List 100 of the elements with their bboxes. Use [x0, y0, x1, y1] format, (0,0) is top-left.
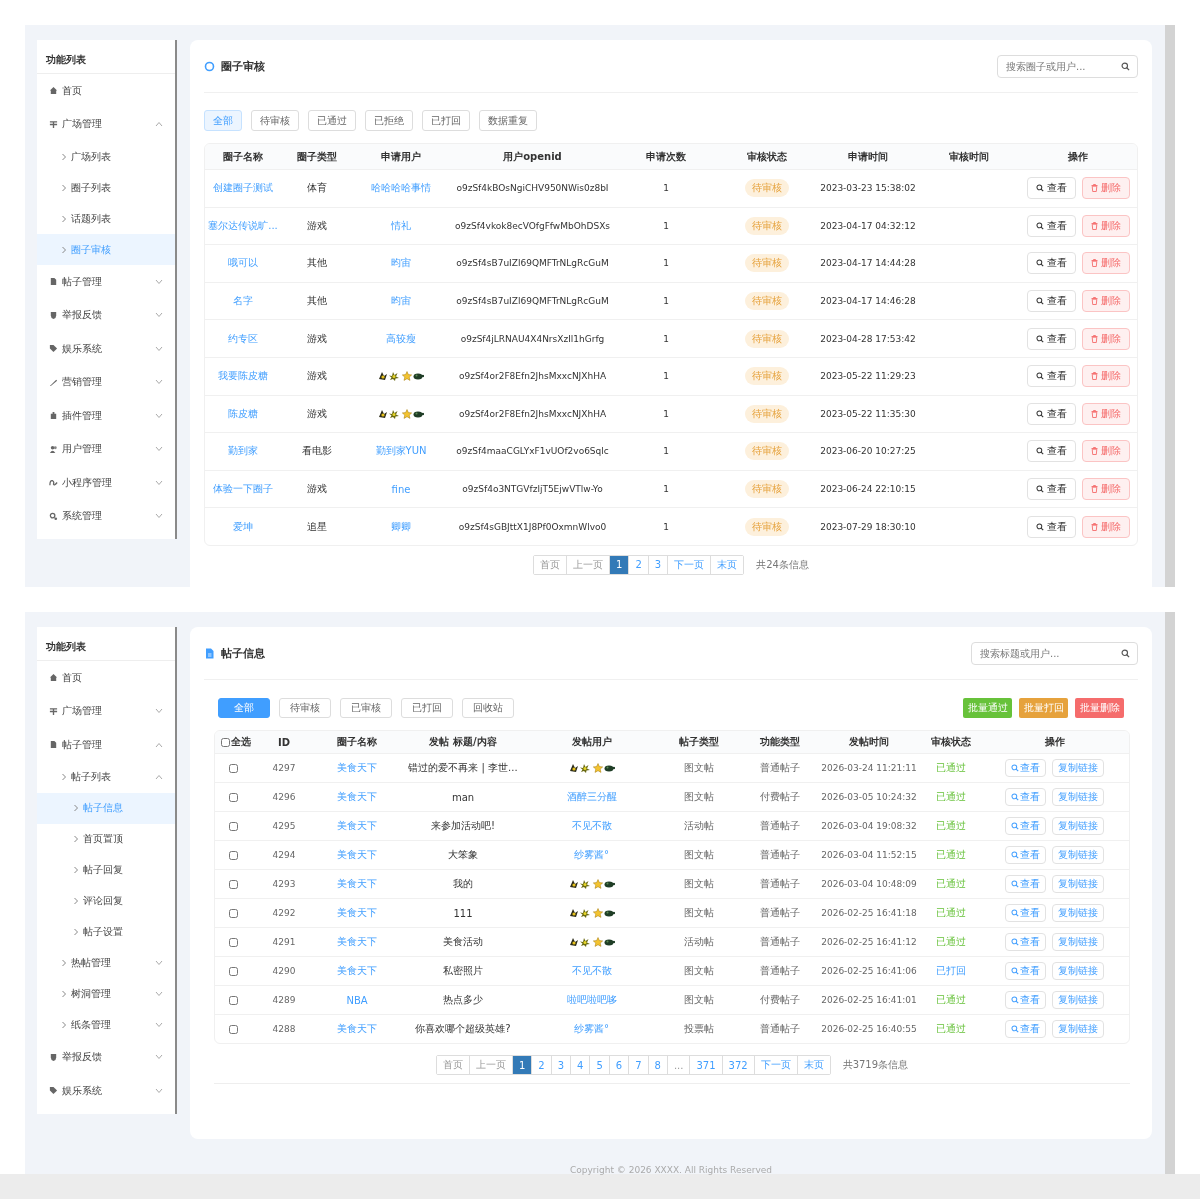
filter-tab[interactable]: 待审核	[279, 698, 331, 718]
batch-button[interactable]: 批量删除	[1075, 698, 1124, 718]
copy-link-button[interactable]: 复制链接	[1052, 875, 1104, 893]
filter-tab[interactable]: 全部	[218, 698, 270, 718]
user-link[interactable]: 情礼	[353, 218, 449, 233]
delete-button[interactable]: 删除	[1081, 440, 1130, 463]
filter-tab[interactable]: 已通过	[308, 110, 356, 131]
sidebar-item[interactable]: 圈子列表	[37, 172, 175, 203]
filter-tab[interactable]: 回收站	[462, 698, 514, 718]
view-button[interactable]: 查看	[1005, 759, 1046, 777]
delete-button[interactable]: 删除	[1081, 290, 1130, 313]
view-button[interactable]: 查看	[1005, 962, 1046, 980]
view-button[interactable]: 查看	[1026, 365, 1076, 388]
circle-link[interactable]: 体验一下圈子	[205, 482, 281, 497]
copy-link-button[interactable]: 复制链接	[1052, 991, 1104, 1009]
view-button[interactable]: 查看	[1026, 327, 1076, 350]
sidebar-item[interactable]: 评论回复	[37, 885, 175, 917]
delete-button[interactable]: 删除	[1081, 478, 1130, 501]
scrollbar[interactable]	[1165, 25, 1175, 587]
batch-button[interactable]: 批量打回	[1019, 698, 1068, 718]
row-checkbox[interactable]	[228, 879, 238, 889]
user-link[interactable]: 高较瘦	[353, 331, 449, 346]
view-button[interactable]: 查看	[1005, 846, 1046, 864]
copy-link-button[interactable]: 复制链接	[1052, 846, 1104, 864]
sidebar-item[interactable]: 举报反馈	[37, 298, 175, 332]
view-button[interactable]: 查看	[1005, 933, 1046, 951]
view-button[interactable]: 查看	[1026, 214, 1076, 237]
user-link[interactable]: 不见不散	[529, 819, 654, 833]
view-button[interactable]: 查看	[1005, 875, 1046, 893]
sidebar-item[interactable]: 帖子列表	[37, 761, 175, 793]
sidebar-item[interactable]: 圈子审核	[37, 234, 175, 265]
view-button[interactable]: 查看	[1026, 440, 1076, 463]
sidebar-item[interactable]: 帖子回复	[37, 854, 175, 886]
sidebar-item[interactable]: 热帖管理	[37, 947, 175, 979]
user-link[interactable]: 啦吧啦吧哆	[529, 993, 654, 1007]
sidebar-item[interactable]: 树洞管理	[37, 978, 175, 1010]
sidebar-item[interactable]: 帖子管理	[37, 265, 175, 299]
view-button[interactable]: 查看	[1026, 402, 1076, 425]
scrollbar[interactable]	[1165, 612, 1175, 1174]
delete-button[interactable]: 删除	[1081, 214, 1130, 237]
view-button[interactable]: 查看	[1005, 788, 1046, 806]
sidebar-item[interactable]: 举报反馈	[37, 1040, 175, 1074]
copy-link-button[interactable]: 复制链接	[1052, 904, 1104, 922]
sidebar-item[interactable]: 广场管理	[37, 107, 175, 141]
circle-link[interactable]: 美食天下	[317, 819, 397, 833]
page-button[interactable]: 1	[610, 555, 630, 574]
copy-link-button[interactable]: 复制链接	[1052, 933, 1104, 951]
batch-button[interactable]: 批量通过	[963, 698, 1012, 718]
search-field[interactable]: 搜索圈子或用户...	[997, 54, 1138, 78]
circle-link[interactable]: 我要陈皮糖	[205, 369, 281, 384]
user-link[interactable]: 纱雾酱°	[529, 1022, 654, 1036]
user-link[interactable]: 昀宙	[353, 294, 449, 309]
row-checkbox[interactable]	[228, 995, 238, 1005]
delete-button[interactable]: 删除	[1081, 365, 1130, 388]
row-checkbox[interactable]	[228, 792, 238, 802]
sidebar-item[interactable]: 广场列表	[37, 141, 175, 172]
circle-link[interactable]: 美食天下	[317, 761, 397, 775]
circle-link[interactable]: 美食天下	[317, 935, 397, 949]
delete-button[interactable]: 删除	[1081, 402, 1130, 425]
row-checkbox[interactable]	[228, 850, 238, 860]
sidebar-item[interactable]: 系统管理	[37, 499, 175, 533]
delete-button[interactable]: 删除	[1081, 327, 1130, 350]
circle-link[interactable]: 陈皮糖	[205, 406, 281, 421]
sidebar-item[interactable]: 娱乐系统	[37, 1074, 175, 1108]
copy-link-button[interactable]: 复制链接	[1052, 1020, 1104, 1038]
circle-link[interactable]: 美食天下	[317, 906, 397, 920]
sidebar-item[interactable]: 帖子管理	[37, 728, 175, 762]
sidebar-item[interactable]: 营销管理	[37, 365, 175, 399]
row-checkbox[interactable]	[228, 763, 238, 773]
sidebar-item[interactable]: 小程序管理	[37, 466, 175, 500]
filter-tab[interactable]: 全部	[204, 110, 242, 131]
filter-tab[interactable]: 数据重复	[479, 110, 537, 131]
circle-link[interactable]: 约专区	[205, 331, 281, 346]
row-checkbox[interactable]	[228, 937, 238, 947]
view-button[interactable]: 查看	[1005, 904, 1046, 922]
sidebar-item[interactable]: 帖子设置	[37, 916, 175, 948]
circle-link[interactable]: 创建圈子测试	[205, 181, 281, 196]
circle-link[interactable]: 勤到家	[205, 444, 281, 459]
sidebar-item[interactable]: 娱乐系统	[37, 332, 175, 366]
sidebar-item[interactable]: 话题列表	[37, 203, 175, 234]
sidebar-item[interactable]: 纸条管理	[37, 1009, 175, 1041]
filter-tab[interactable]: 已审核	[340, 698, 392, 718]
user-link[interactable]: 昀宙	[353, 256, 449, 271]
delete-button[interactable]: 删除	[1081, 515, 1130, 538]
user-link[interactable]: 酒醉三分醒	[529, 790, 654, 804]
view-button[interactable]: 查看	[1026, 252, 1076, 275]
filter-tab[interactable]: 已打回	[401, 698, 453, 718]
sidebar-item[interactable]: 首页	[37, 661, 175, 695]
user-link[interactable]: 纱雾酱°	[529, 848, 654, 862]
row-checkbox[interactable]	[228, 908, 238, 918]
circle-link[interactable]: NBA	[317, 994, 397, 1006]
circle-link[interactable]: 美食天下	[317, 848, 397, 862]
circle-link[interactable]: 美食天下	[317, 790, 397, 804]
circle-link[interactable]: 美食天下	[317, 964, 397, 978]
circle-link[interactable]: 爱坤	[205, 519, 281, 534]
user-link[interactable]: 勤到家YUN	[353, 444, 449, 459]
circle-link[interactable]: 名字	[205, 294, 281, 309]
circle-link[interactable]: 美食天下	[317, 877, 397, 891]
row-checkbox[interactable]	[228, 1024, 238, 1034]
select-all-label[interactable]: 全选	[231, 735, 251, 749]
